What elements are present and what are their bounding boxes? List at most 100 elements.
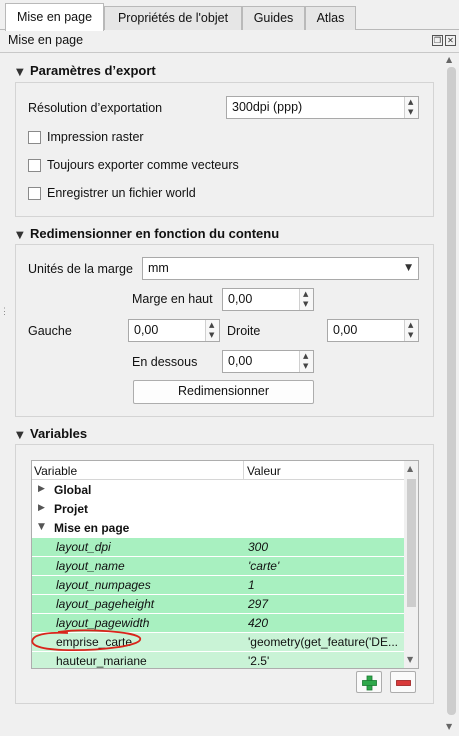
bottom-margin-spinbox[interactable]: 0,00 ▲ ▼ — [222, 350, 314, 373]
raster-checkbox[interactable] — [28, 131, 41, 144]
variables-group-header[interactable]: ▼ Variables — [16, 426, 87, 441]
variable-value: 1 — [248, 578, 255, 592]
scroll-up-icon[interactable]: ▲ — [446, 55, 452, 64]
tab-proprietes-objet[interactable]: Propriétés de l'objet — [104, 6, 242, 30]
chevron-down-icon[interactable]: ▼ — [405, 263, 412, 273]
left-margin-value: 0,00 — [134, 323, 159, 337]
variable-name: layout_dpi — [56, 540, 111, 554]
left-margin-label: Gauche — [28, 324, 72, 338]
top-margin-label: Marge en haut — [132, 292, 213, 306]
spin-arrows[interactable]: ▲ ▼ — [299, 351, 313, 372]
panel-scrollbar[interactable]: ▲ ▼ — [443, 53, 459, 736]
plus-icon — [362, 675, 377, 691]
group-row-mise-en-page[interactable]: ▼ Mise en page — [32, 519, 404, 538]
variable-value: 'geometry(get_feature('DE... — [248, 635, 398, 649]
scroll-up-icon[interactable]: ▲ — [407, 464, 413, 473]
group-row-projet[interactable]: ▶ Projet — [32, 500, 404, 519]
table-row[interactable]: layout_dpi 300 — [32, 538, 404, 557]
column-header-variable[interactable]: Variable — [34, 464, 77, 478]
right-margin-label: Droite — [227, 324, 261, 338]
spin-arrows[interactable]: ▲ ▼ — [404, 97, 418, 118]
scroll-down-icon[interactable]: ▼ — [446, 722, 452, 731]
world-file-label: Enregistrer un fichier world — [47, 186, 196, 200]
variable-value: 297 — [248, 597, 269, 611]
table-row[interactable]: hauteur_mariane '2.5' — [32, 652, 404, 668]
tab-mise-en-page[interactable]: Mise en page — [5, 3, 104, 31]
resize-group-title: Redimensionner en fonction du contenu — [30, 226, 280, 241]
expand-arrow-icon[interactable]: ▶ — [38, 484, 45, 494]
variable-name: layout_pageheight — [56, 597, 155, 611]
group-label: Mise en page — [54, 521, 130, 535]
splitter-handle-icon[interactable]: ⋮ — [0, 306, 9, 317]
right-margin-spinbox[interactable]: 0,00 ▲ ▼ — [327, 319, 419, 342]
table-row[interactable]: layout_name 'carte' — [32, 557, 404, 576]
spin-arrows[interactable]: ▲ ▼ — [404, 320, 418, 341]
raster-label: Impression raster — [47, 130, 144, 144]
variable-name: hauteur_mariane — [56, 654, 147, 668]
resize-group-header[interactable]: ▼ Redimensionner en fonction du contenu — [16, 226, 279, 241]
float-icon[interactable]: ❐ — [432, 35, 443, 46]
remove-variable-button[interactable] — [390, 671, 416, 693]
scroll-down-icon[interactable]: ▼ — [407, 655, 413, 664]
scrollbar-thumb[interactable] — [447, 67, 456, 715]
collapse-caret-icon[interactable]: ▼ — [16, 67, 30, 78]
bottom-margin-value: 0,00 — [228, 354, 253, 368]
margin-units-label: Unités de la marge — [28, 262, 133, 276]
variable-value: 420 — [248, 616, 269, 630]
add-variable-button[interactable] — [356, 671, 382, 693]
spin-down-icon[interactable]: ▼ — [408, 331, 413, 339]
export-group-header[interactable]: ▼ Paramètres d’export — [16, 63, 156, 78]
variable-value: 'carte' — [248, 559, 280, 573]
variables-group-title: Variables — [30, 426, 88, 441]
collapse-arrow-icon[interactable]: ▼ — [38, 522, 45, 532]
tab-atlas[interactable]: Atlas — [305, 6, 356, 30]
world-file-checkbox[interactable] — [28, 187, 41, 200]
collapse-caret-icon[interactable]: ▼ — [16, 230, 30, 241]
tab-bar: Mise en page Propriétés de l'objet Guide… — [0, 0, 459, 31]
export-group-title: Paramètres d’export — [30, 63, 156, 78]
top-margin-value: 0,00 — [228, 292, 253, 306]
right-margin-value: 0,00 — [333, 323, 358, 337]
spin-up-icon[interactable]: ▲ — [209, 321, 214, 329]
column-header-value[interactable]: Valeur — [247, 464, 281, 478]
table-row[interactable]: layout_numpages 1 — [32, 576, 404, 595]
resolution-spinbox[interactable]: 300dpi (ppp) ▲ ▼ — [226, 96, 419, 119]
spin-down-icon[interactable]: ▼ — [209, 331, 214, 339]
table-header: Variable Valeur — [32, 461, 404, 480]
scrollbar-thumb[interactable] — [407, 479, 416, 607]
group-label: Projet — [54, 502, 89, 516]
table-row[interactable]: layout_pageheight 297 — [32, 595, 404, 614]
spin-arrows[interactable]: ▲ ▼ — [205, 320, 219, 341]
spin-down-icon[interactable]: ▼ — [303, 362, 308, 370]
minus-icon — [396, 680, 411, 686]
spin-up-icon[interactable]: ▲ — [408, 98, 413, 106]
table-scrollbar[interactable]: ▲ ▼ — [404, 461, 418, 668]
margin-units-combo[interactable]: mm ▼ — [142, 257, 419, 280]
close-icon[interactable]: ✕ — [445, 35, 456, 46]
tab-guides[interactable]: Guides — [242, 6, 305, 30]
resolution-label: Résolution d’exportation — [28, 101, 163, 115]
spin-arrows[interactable]: ▲ ▼ — [299, 289, 313, 310]
spin-down-icon[interactable]: ▼ — [408, 108, 413, 116]
variable-value: '2.5' — [248, 654, 270, 668]
bottom-margin-label: En dessous — [132, 355, 198, 369]
variable-name: layout_numpages — [56, 578, 151, 592]
group-label: Global — [54, 483, 92, 497]
variable-name: layout_name — [56, 559, 125, 573]
group-row-global[interactable]: ▶ Global — [32, 481, 404, 500]
margin-units-value: mm — [148, 261, 169, 275]
variable-value: 300 — [248, 540, 269, 554]
collapse-caret-icon[interactable]: ▼ — [16, 430, 30, 441]
expand-arrow-icon[interactable]: ▶ — [38, 503, 45, 513]
resize-button[interactable]: Redimensionner — [133, 380, 314, 404]
spin-up-icon[interactable]: ▲ — [303, 352, 308, 360]
left-margin-spinbox[interactable]: 0,00 ▲ ▼ — [128, 319, 220, 342]
spin-up-icon[interactable]: ▲ — [303, 290, 308, 298]
vector-checkbox[interactable] — [28, 159, 41, 172]
resolution-value: 300dpi (ppp) — [232, 100, 303, 114]
dock-title: Mise en page — [8, 33, 84, 47]
annotation-ellipse — [31, 629, 141, 652]
spin-up-icon[interactable]: ▲ — [408, 321, 413, 329]
top-margin-spinbox[interactable]: 0,00 ▲ ▼ — [222, 288, 314, 311]
spin-down-icon[interactable]: ▼ — [303, 300, 308, 308]
